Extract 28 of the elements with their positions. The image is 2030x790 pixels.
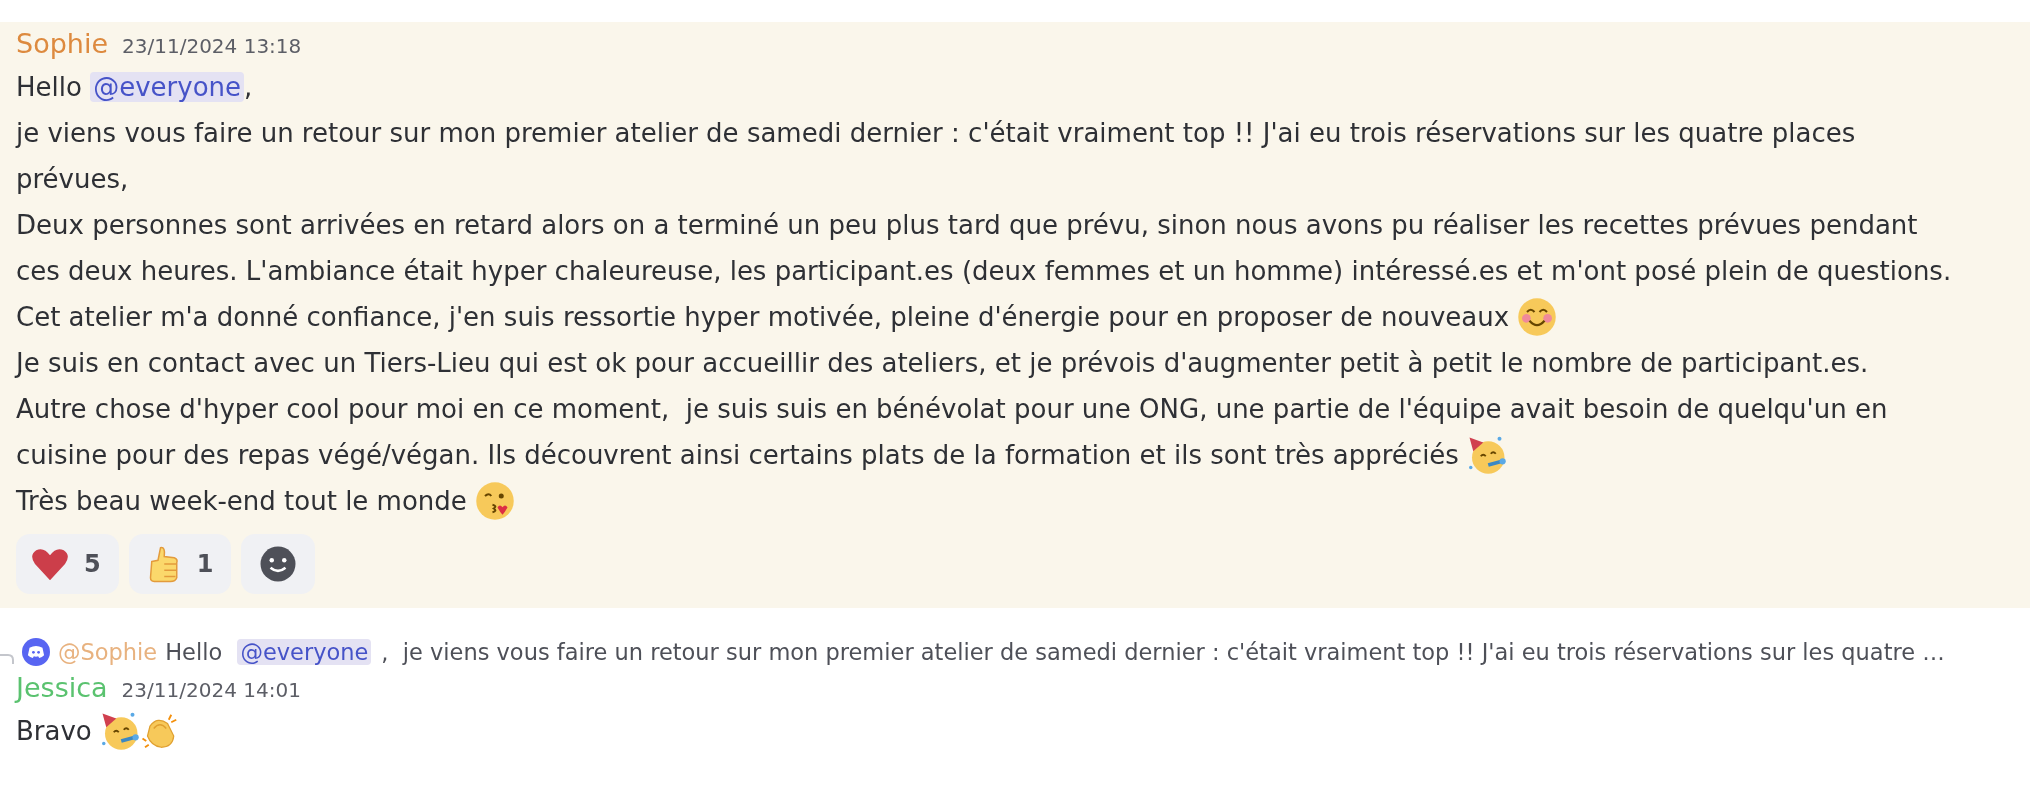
heart-reaction[interactable]: 5 (16, 534, 119, 594)
thumbs-up-reaction[interactable]: 1 (128, 534, 232, 594)
smiling-face-icon (1517, 297, 1558, 337)
timestamp: 23/11/2024 13:18 (122, 34, 302, 58)
reply-preview[interactable]: Hello (165, 639, 230, 665)
party-face-icon (100, 711, 141, 751)
avatar-icon[interactable] (22, 638, 50, 666)
reply-preview[interactable]: , je viens vous faire un retour sur mon premier atelier de samedi dernier : c'était vraiment top !! J'ai eu trois réservations sur les quatre … (381, 639, 1945, 665)
mention-link[interactable]: @everyone (90, 72, 244, 102)
kissing-face-icon (475, 481, 516, 521)
author-name[interactable]: Sophie (16, 28, 109, 59)
timestamp: 23/11/2024 14:01 (121, 678, 301, 702)
message-text: Bravo (16, 716, 93, 746)
message-text: ces deux heures. L'ambiance était hyper chaleureuse, les participant.es (deux femmes et un homme) intéressé.es et m'ont posé plein de questions. (16, 256, 1952, 286)
message-text: Autre chose d'hyper cool pour moi en ce moment, je suis suis en bénévolat pour une ONG, une partie de l'équipe avait besoin de quelqu'un en (16, 394, 1888, 424)
add-reaction-button[interactable] (241, 534, 316, 594)
message-text: cuisine pour des repas végé/végan. Ils découvrent ainsi certains plats de la formation et ils sont très appréciés (16, 440, 1460, 470)
message-text: Cet atelier m'a donné confiance, j'en suis ressortie hyper motivée, pleine d'énergie pour en proposer de nouveaux (16, 302, 1511, 332)
reply-connector (0, 654, 14, 664)
message-text: Je suis en contact avec un Tiers-Lieu qui est ok pour accueillir des ateliers, et je prévois d'augmenter petit à petit le nombre de participant.es. (16, 348, 1869, 378)
message-text: Très beau week-end tout le monde (16, 486, 468, 516)
party-face-icon (1467, 435, 1508, 475)
message-text: Deux personnes sont arrivées en retard alors on a terminé un peu plus tard que prévu, sinon nous avons pu réaliser les recettes prévues pendant (16, 210, 1918, 240)
mention-link[interactable]: @everyone (237, 639, 372, 665)
message-text: je viens vous faire un retour sur mon premier atelier de samedi dernier : c'était vraiment top !! J'ai eu trois réservations sur les quatre places (16, 118, 1856, 148)
message-text: prévues, (16, 164, 129, 194)
message-text: Hello (16, 72, 83, 102)
message-text: , (244, 72, 253, 102)
